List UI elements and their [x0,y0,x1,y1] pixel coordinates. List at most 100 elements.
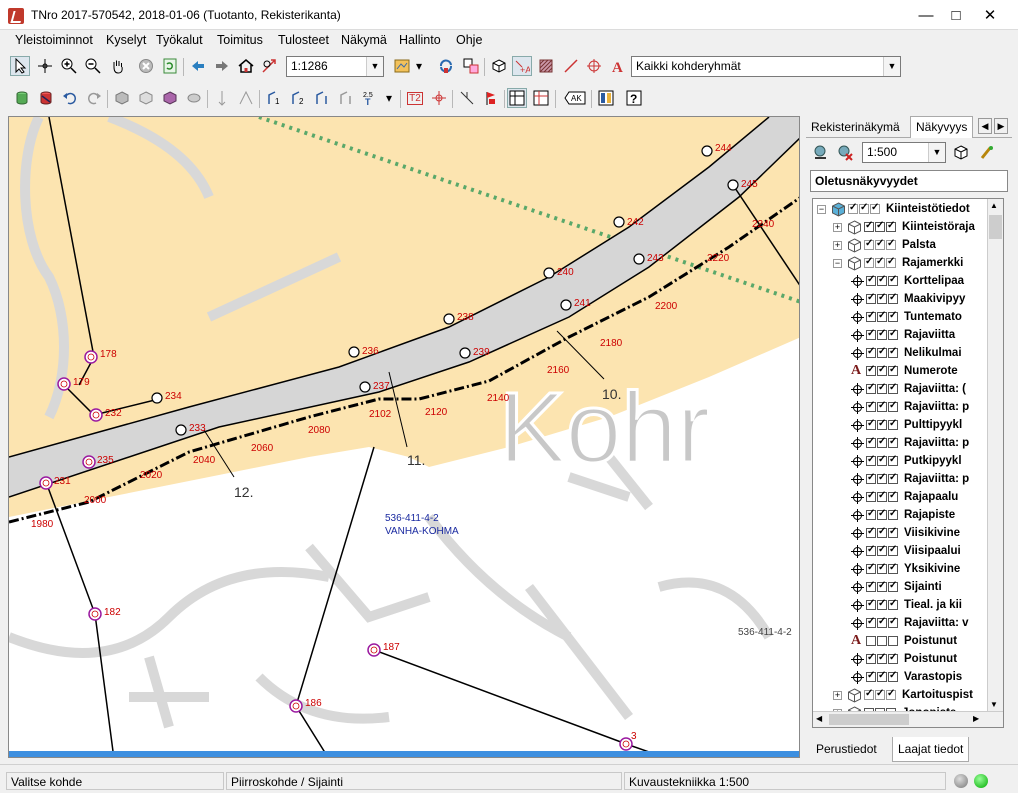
map-point[interactable] [175,424,187,436]
tree-row[interactable]: Putkipyykl [813,453,987,471]
visibility-checkboxes[interactable] [864,256,897,270]
grid-icon-2[interactable] [531,88,551,108]
target-icon[interactable] [584,56,604,76]
visibility-checkboxes[interactable] [866,652,899,666]
map-boundary-marker[interactable] [84,350,98,364]
map-boundary-marker[interactable] [88,607,102,621]
scale-combo[interactable]: 1:1286 ▼ [286,56,384,77]
tree-expander-icon[interactable]: − [833,259,842,268]
pan-hand-icon[interactable] [108,56,128,76]
visibility-checkboxes[interactable] [864,238,897,252]
red-cylinder-icon[interactable] [36,88,56,108]
gray-shape-icon-1[interactable] [112,88,132,108]
tree-row[interactable]: Rajaviitta: p [813,435,987,453]
tab-scroll-right-icon[interactable]: ▶ [994,118,1008,134]
stop-icon[interactable] [136,56,156,76]
menu-ohje[interactable]: Ohje [456,33,482,47]
visibility-checkboxes[interactable] [866,490,899,504]
flag-icon[interactable] [481,88,501,108]
tree-row[interactable]: Rajaviitta: v [813,615,987,633]
gray-shape-icon-2[interactable] [136,88,156,108]
tree-row[interactable]: + Kiinteistöraja [813,219,987,237]
layer-add-icon[interactable] [812,144,830,162]
grid-icon-1[interactable] [507,88,527,108]
map-point[interactable] [543,267,555,279]
visibility-checkboxes[interactable] [866,670,899,684]
ak-icon[interactable]: AK [563,88,587,108]
point-tool-icon-3[interactable] [312,88,332,108]
layer-style-icon[interactable] [392,56,412,76]
scroll-right-icon[interactable]: ▶ [973,714,979,723]
visibility-checkboxes[interactable] [866,310,899,324]
visibility-checkboxes[interactable] [848,202,881,216]
visibility-checkboxes[interactable] [866,274,899,288]
menu-toimitus[interactable]: Toimitus [217,33,263,47]
map-boundary-marker[interactable] [39,476,53,490]
green-cylinder-icon[interactable] [12,88,32,108]
tree-row[interactable]: + Kartoituspist [813,687,987,705]
brush-icon[interactable] [978,144,996,162]
visibility-checkboxes[interactable] [866,598,899,612]
visibility-checkboxes[interactable] [866,580,899,594]
menu-hallinto[interactable]: Hallinto [399,33,441,47]
split-icon[interactable] [457,88,477,108]
visibility-checkboxes[interactable] [866,436,899,450]
text-size-icon[interactable]: 2.5 T [360,88,380,108]
visibility-checkboxes[interactable] [866,508,899,522]
tree-row[interactable]: + Palsta [813,237,987,255]
visibility-checkboxes[interactable] [866,292,899,306]
swap-icon[interactable] [461,56,481,76]
tree-row[interactable]: Yksikivine [813,561,987,579]
map-boundary-marker[interactable] [57,377,71,391]
visibility-checkboxes[interactable] [866,472,899,486]
map-view[interactable]: Kohr 244 245 242 243 240 241 238 239 236… [8,116,800,758]
visibility-checkboxes[interactable] [864,220,897,234]
tree-expander-icon[interactable]: + [833,691,842,700]
label-tool-icon[interactable]: +A [512,56,532,76]
tree-vertical-scrollbar[interactable]: ▲ ▼ [987,199,1003,711]
visibility-checkboxes[interactable] [866,346,899,360]
map-point[interactable] [701,145,713,157]
close-button[interactable]: ✕ [976,6,1004,26]
tree-row[interactable]: Viisikivine [813,525,987,543]
refresh-icon[interactable] [160,56,180,76]
feature-group-combo[interactable]: Kaikki kohderyhmät ▼ [631,56,901,77]
table-icon[interactable] [596,88,616,108]
map-point[interactable] [151,392,163,404]
visibility-checkboxes[interactable] [866,562,899,576]
home-icon[interactable] [236,56,256,76]
visibility-checkboxes[interactable] [866,418,899,432]
tree-row[interactable]: Rajaviitta: ( [813,381,987,399]
point-tool-icon-1[interactable]: 1 [264,88,284,108]
point-tool-icon-2[interactable]: 2 [288,88,308,108]
tree-row[interactable]: Tuntemato [813,309,987,327]
visibility-checkboxes[interactable] [866,616,899,630]
forward-arrow-icon[interactable] [212,56,232,76]
scroll-up-icon[interactable]: ▲ [990,201,998,210]
redo-icon[interactable] [84,88,104,108]
map-svg[interactable]: Kohr 244 245 242 243 240 241 238 239 236… [9,117,800,758]
scroll-left-icon[interactable]: ◀ [816,714,822,723]
tree-row[interactable]: Rajaviitta: p [813,399,987,417]
visibility-checkboxes[interactable] [866,400,899,414]
scroll-thumb[interactable] [989,215,1002,239]
menu-nakyma[interactable]: Näkymä [341,33,387,47]
tree-row[interactable]: − Rajamerkki [813,255,987,273]
panel-scale-combo[interactable]: 1:500 ▼ [862,142,946,163]
tree-row[interactable]: Maakivipyy [813,291,987,309]
select-arrow-icon[interactable] [10,56,30,76]
tree-expander-icon[interactable]: + [833,241,842,250]
tree-row[interactable]: A Poistunut [813,633,987,651]
tree-row[interactable]: − Kiinteistötiedot [813,201,987,219]
visibility-checkboxes[interactable] [866,526,899,540]
tree-expander-icon[interactable]: + [833,223,842,232]
menu-yleistoiminnot[interactable]: Yleistoiminnot [15,33,93,47]
text-tool-icon[interactable]: A [608,56,628,76]
point-tool-icon-4[interactable] [336,88,356,108]
visibility-checkboxes[interactable] [866,382,899,396]
zoom-extent-icon[interactable] [259,56,279,76]
eye-shape-icon[interactable] [184,88,204,108]
tree-row[interactable]: Poistunut [813,651,987,669]
tab-nakyvyys[interactable]: Näkyvyys [910,116,974,138]
tree-row[interactable]: Rajaviitta [813,327,987,345]
